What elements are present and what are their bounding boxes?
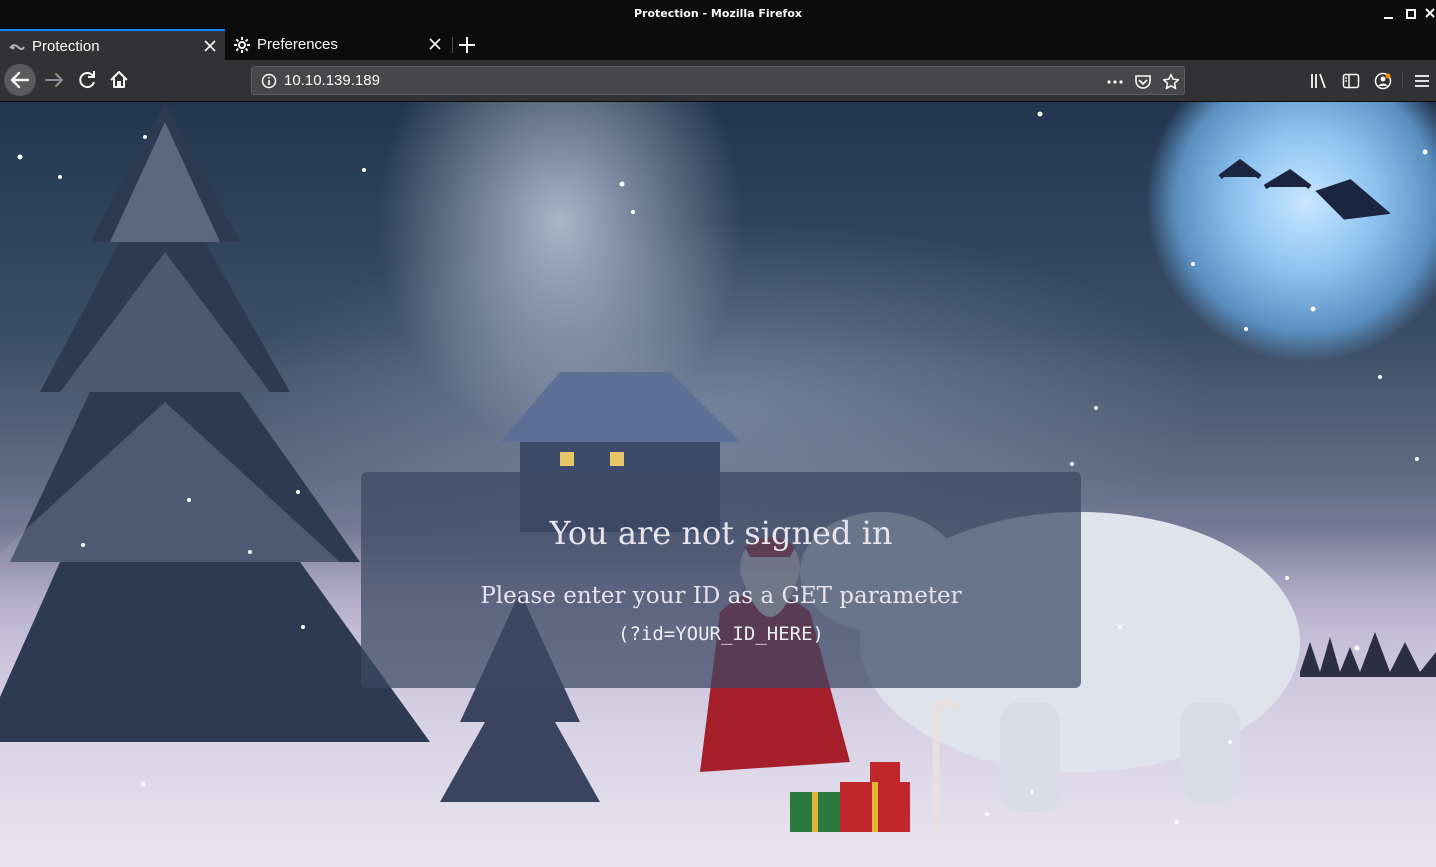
pocket-icon[interactable] [1134,73,1152,91]
close-window-icon[interactable] [1424,6,1436,22]
instruction-text: Please enter your ID as a GET parameter [480,583,962,609]
new-tab-icon[interactable] [456,34,478,56]
tab-protection[interactable]: Protection [0,29,225,60]
url-bar[interactable]: 10.10.139.189 [251,66,1185,95]
back-button[interactable] [4,64,36,96]
hamburger-menu-icon[interactable] [1413,72,1431,90]
account-icon[interactable] [1374,72,1392,90]
minimize-icon[interactable] [1381,6,1397,22]
toolbar-separator [1402,72,1403,88]
window-titlebar: Protection - Mozilla Firefox [0,0,1436,29]
sidebar-icon[interactable] [1342,72,1360,90]
sign-in-notice: You are not signed in Please enter your … [361,472,1081,688]
maximize-icon[interactable] [1404,6,1420,22]
close-tab-icon[interactable] [428,37,442,51]
page-actions-icon[interactable] [1106,73,1124,91]
parameter-hint: (?id=YOUR_ID_HERE) [618,623,824,645]
window-title: Protection - Mozilla Firefox [633,7,802,20]
reload-icon[interactable] [72,65,102,95]
tab-preferences[interactable]: Preferences [225,29,450,60]
page-content: You are not signed in Please enter your … [0,102,1436,867]
close-tab-icon[interactable] [203,39,217,53]
back-arrow-icon [10,71,30,89]
home-icon[interactable] [104,65,134,95]
site-info-icon[interactable] [261,73,277,89]
tab-separator [452,37,453,53]
bookmark-star-icon[interactable] [1162,73,1180,91]
forward-arrow-icon[interactable] [40,65,70,95]
page-heading: You are not signed in [549,514,893,552]
reindeer-sleigh-silhouette [1218,158,1391,220]
tab-strip: Protection Preferences [0,29,1436,60]
tab-label: Preferences [257,36,338,53]
gear-icon [234,37,250,53]
navigation-toolbar: 10.10.139.189 [0,60,1436,102]
library-icon[interactable] [1310,72,1328,90]
tab-label: Protection [32,38,100,55]
page-favicon-icon [9,44,25,50]
gift-boxes [790,762,910,832]
url-text[interactable]: 10.10.139.189 [284,72,380,89]
distant-trees [1300,632,1436,677]
